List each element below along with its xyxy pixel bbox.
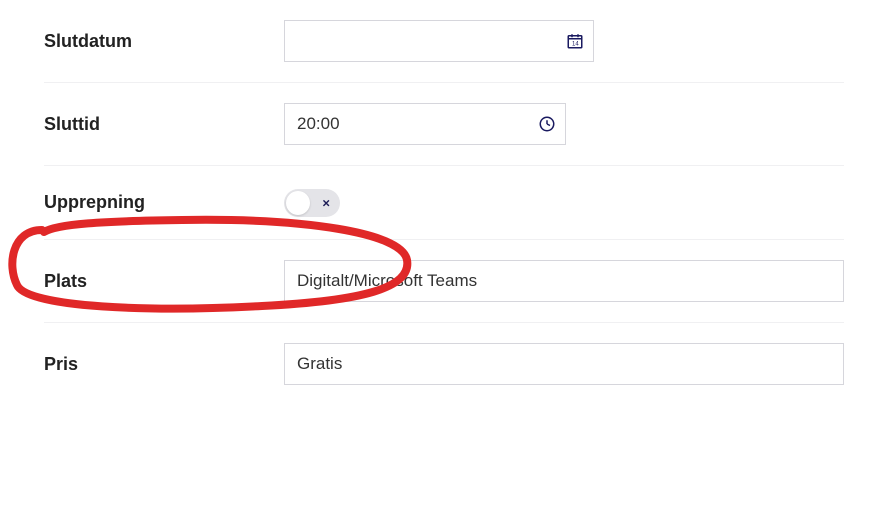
row-repeat: Upprepning × bbox=[44, 166, 844, 240]
location-input-wrap bbox=[284, 260, 844, 302]
toggle-off-x-icon: × bbox=[322, 195, 330, 210]
repeat-toggle[interactable]: × bbox=[284, 189, 340, 217]
row-price: Pris bbox=[44, 323, 844, 405]
end-date-input-wrap: 14 bbox=[284, 20, 594, 62]
label-price: Pris bbox=[44, 354, 284, 375]
location-input[interactable] bbox=[284, 260, 844, 302]
end-time-input[interactable] bbox=[284, 103, 566, 145]
end-date-input[interactable] bbox=[284, 20, 594, 62]
control-location bbox=[284, 260, 844, 302]
end-time-input-wrap bbox=[284, 103, 566, 145]
row-end-time: Sluttid bbox=[44, 83, 844, 166]
control-price bbox=[284, 343, 844, 385]
control-end-date: 14 bbox=[284, 20, 844, 62]
toggle-knob bbox=[286, 191, 310, 215]
price-input[interactable] bbox=[284, 343, 844, 385]
label-end-time: Sluttid bbox=[44, 114, 284, 135]
row-end-date: Slutdatum 14 bbox=[44, 0, 844, 83]
form: Slutdatum 14 Sluttid bbox=[0, 0, 872, 405]
label-end-date: Slutdatum bbox=[44, 31, 284, 52]
label-repeat: Upprepning bbox=[44, 192, 284, 213]
label-location: Plats bbox=[44, 271, 284, 292]
row-location: Plats bbox=[44, 240, 844, 323]
control-repeat: × bbox=[284, 189, 844, 217]
price-input-wrap bbox=[284, 343, 844, 385]
control-end-time bbox=[284, 103, 844, 145]
